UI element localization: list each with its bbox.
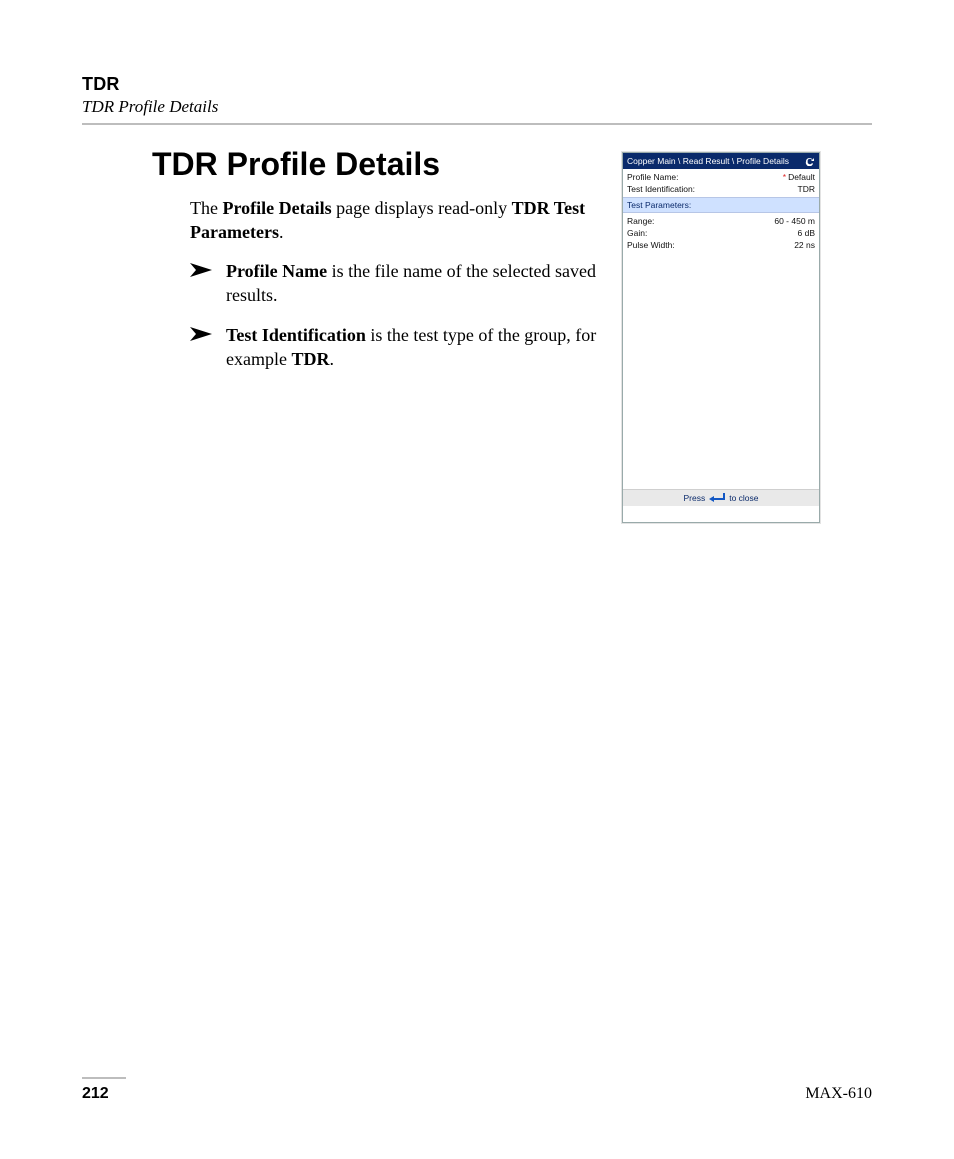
running-header-subtitle: TDR Profile Details	[82, 97, 872, 117]
device-row-label: Test Identification:	[627, 184, 695, 194]
footer-rule	[82, 1077, 126, 1079]
device-screenshot: Copper Main \ Read Result \ Profile Deta…	[622, 152, 820, 523]
device-footer: Press to close	[623, 489, 819, 506]
section-heading: TDR Profile Details	[152, 146, 440, 183]
intro-paragraph: The Profile Details page displays read-o…	[190, 196, 600, 245]
bold-term: Profile Name	[226, 261, 327, 281]
device-titlebar: Copper Main \ Read Result \ Profile Deta…	[623, 153, 819, 169]
bullet-arrow-icon	[190, 327, 212, 341]
device-row: Pulse Width: 22 ns	[627, 239, 815, 251]
text: .	[279, 222, 284, 242]
device-row-label: Range:	[627, 216, 654, 226]
device-row: Profile Name: *Default	[627, 171, 815, 183]
list-item: Profile Name is the file name of the sel…	[190, 259, 600, 308]
bold-term: Test Identification	[226, 325, 366, 345]
sync-icon	[805, 157, 815, 166]
text: to close	[729, 493, 758, 503]
device-row: Range: 60 - 450 m	[627, 215, 815, 227]
device-row-label: Pulse Width:	[627, 240, 675, 250]
running-header-title: TDR	[82, 74, 872, 95]
device-row-label: Gain:	[627, 228, 647, 238]
device-breadcrumb: Copper Main \ Read Result \ Profile Deta…	[627, 156, 789, 166]
asterisk-icon: *	[783, 172, 786, 182]
footer-model: MAX-610	[805, 1085, 872, 1103]
device-row-value: 6 dB	[798, 228, 816, 238]
text: .	[330, 349, 335, 369]
device-row: Gain: 6 dB	[627, 227, 815, 239]
bullet-arrow-icon	[190, 263, 212, 277]
device-tail-area	[623, 506, 819, 522]
text: page displays read-only	[332, 198, 512, 218]
text: The	[190, 198, 222, 218]
bold-term: TDR	[291, 349, 329, 369]
bullet-list: Profile Name is the file name of the sel…	[190, 259, 600, 372]
device-top-rows: Profile Name: *Default Test Identificati…	[623, 169, 819, 489]
device-row-value: 22 ns	[794, 240, 815, 250]
device-row: Test Identification: TDR	[627, 183, 815, 195]
list-item: Test Identification is the test type of …	[190, 323, 600, 372]
device-blank-area	[627, 251, 815, 489]
text: Default	[788, 172, 815, 182]
running-header: TDR TDR Profile Details	[82, 74, 872, 125]
device-row-label: Profile Name:	[627, 172, 679, 182]
enter-key-icon	[709, 493, 725, 503]
page-number: 212	[82, 1085, 109, 1103]
device-section-header: Test Parameters:	[623, 197, 819, 213]
body-text: The Profile Details page displays read-o…	[190, 196, 600, 388]
bold-term: Profile Details	[222, 198, 331, 218]
device-row-value: 60 - 450 m	[774, 216, 815, 226]
text: Press	[683, 493, 705, 503]
device-row-value: TDR	[798, 184, 815, 194]
running-header-rule	[82, 123, 872, 125]
device-row-value: *Default	[783, 172, 815, 182]
